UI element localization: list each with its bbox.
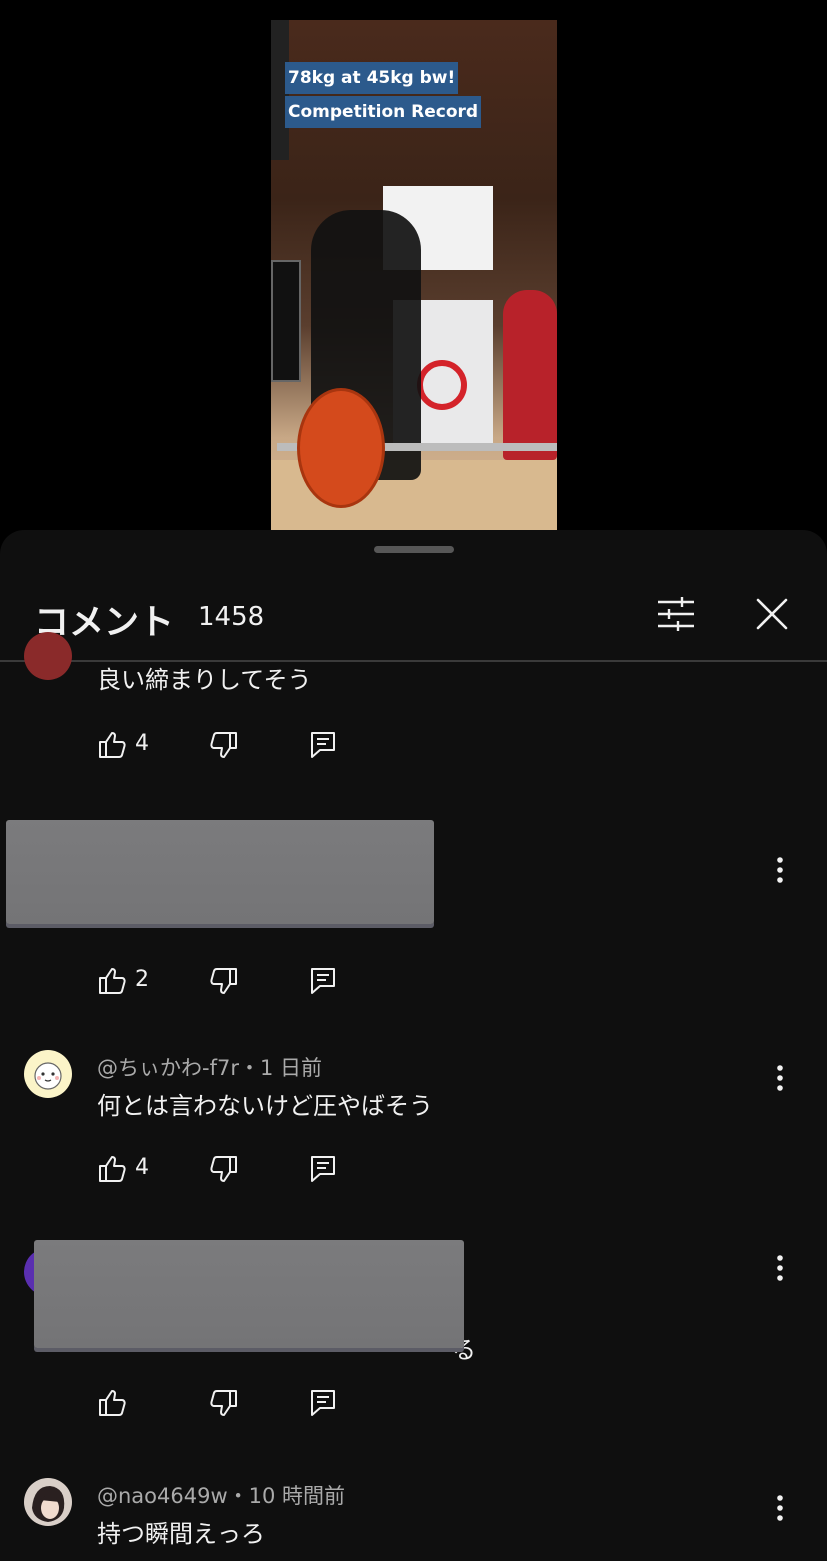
comment-author[interactable]: @nao4649w <box>97 1484 228 1508</box>
comment-text: 良い締まりしてそう <box>97 666 312 694</box>
comment-text: 何とは言わないけど圧やばそう <box>97 1092 433 1120</box>
thumbs-down-icon[interactable] <box>209 966 239 996</box>
thumbs-up-icon[interactable] <box>97 1388 127 1418</box>
more-vert-icon[interactable] <box>766 1252 794 1288</box>
like-count: 4 <box>135 1155 149 1180</box>
reply-icon[interactable] <box>309 966 337 996</box>
comment-author[interactable]: @ちぃかわ-f7r <box>97 1056 239 1080</box>
redaction-box <box>34 1240 464 1348</box>
avatar[interactable] <box>24 1478 72 1526</box>
video-logo-circle <box>417 360 467 410</box>
comments-header: コメント 1458 <box>0 570 827 662</box>
redaction-box <box>6 820 434 924</box>
avatar[interactable] <box>24 632 72 680</box>
avatar[interactable] <box>24 1050 72 1098</box>
sliders-icon[interactable] <box>656 594 696 634</box>
comment-actions <box>97 1388 357 1424</box>
comment-meta: @ちぃかわ-f7r・1 日前 <box>97 1052 322 1082</box>
thumbs-down-icon[interactable] <box>209 1154 239 1184</box>
video-weight-plate <box>297 388 385 508</box>
comment-meta: @nao4649w・10 時間前 <box>97 1480 345 1510</box>
comment-actions: 2 <box>97 966 357 1002</box>
video-frame[interactable]: 78kg at 45kg bw! Competition Record <box>271 20 557 530</box>
video-caption: 78kg at 45kg bw! Competition Record <box>285 62 482 130</box>
reply-icon[interactable] <box>309 730 337 760</box>
video-scoreboard <box>271 260 301 382</box>
like-count: 4 <box>135 731 149 756</box>
comments-count: 1458 <box>198 602 265 632</box>
video-caption-line2: Competition Record <box>285 96 482 128</box>
video-caption-line1: 78kg at 45kg bw! <box>285 62 459 94</box>
like-count: 2 <box>135 967 149 992</box>
more-vert-icon[interactable] <box>766 1062 794 1098</box>
comments-sheet: コメント 1458 良い締まりしてそう 4 2 @ちぃかわ-f7r・1 日前 何… <box>0 530 827 1561</box>
meta-separator: ・ <box>238 1056 260 1080</box>
close-icon[interactable] <box>754 596 790 632</box>
comment-time: 10 時間前 <box>248 1484 346 1508</box>
comment-text: 持つ瞬間えっろ <box>97 1520 265 1548</box>
comment-actions: 4 <box>97 730 357 766</box>
thumbs-down-icon[interactable] <box>209 730 239 760</box>
thumbs-up-icon[interactable] <box>97 1154 127 1184</box>
meta-separator: ・ <box>227 1484 249 1508</box>
drag-handle[interactable] <box>374 546 454 553</box>
thumbs-up-icon[interactable] <box>97 730 127 760</box>
thumbs-up-icon[interactable] <box>97 966 127 996</box>
reply-icon[interactable] <box>309 1154 337 1184</box>
video-player-area[interactable]: 78kg at 45kg bw! Competition Record <box>0 0 827 530</box>
more-vert-icon[interactable] <box>766 854 794 890</box>
comment-actions: 4 <box>97 1154 357 1190</box>
comment-time: 1 日前 <box>259 1056 323 1080</box>
reply-icon[interactable] <box>309 1388 337 1418</box>
thumbs-down-icon[interactable] <box>209 1388 239 1418</box>
video-spectator <box>503 290 557 460</box>
more-vert-icon[interactable] <box>766 1492 794 1528</box>
